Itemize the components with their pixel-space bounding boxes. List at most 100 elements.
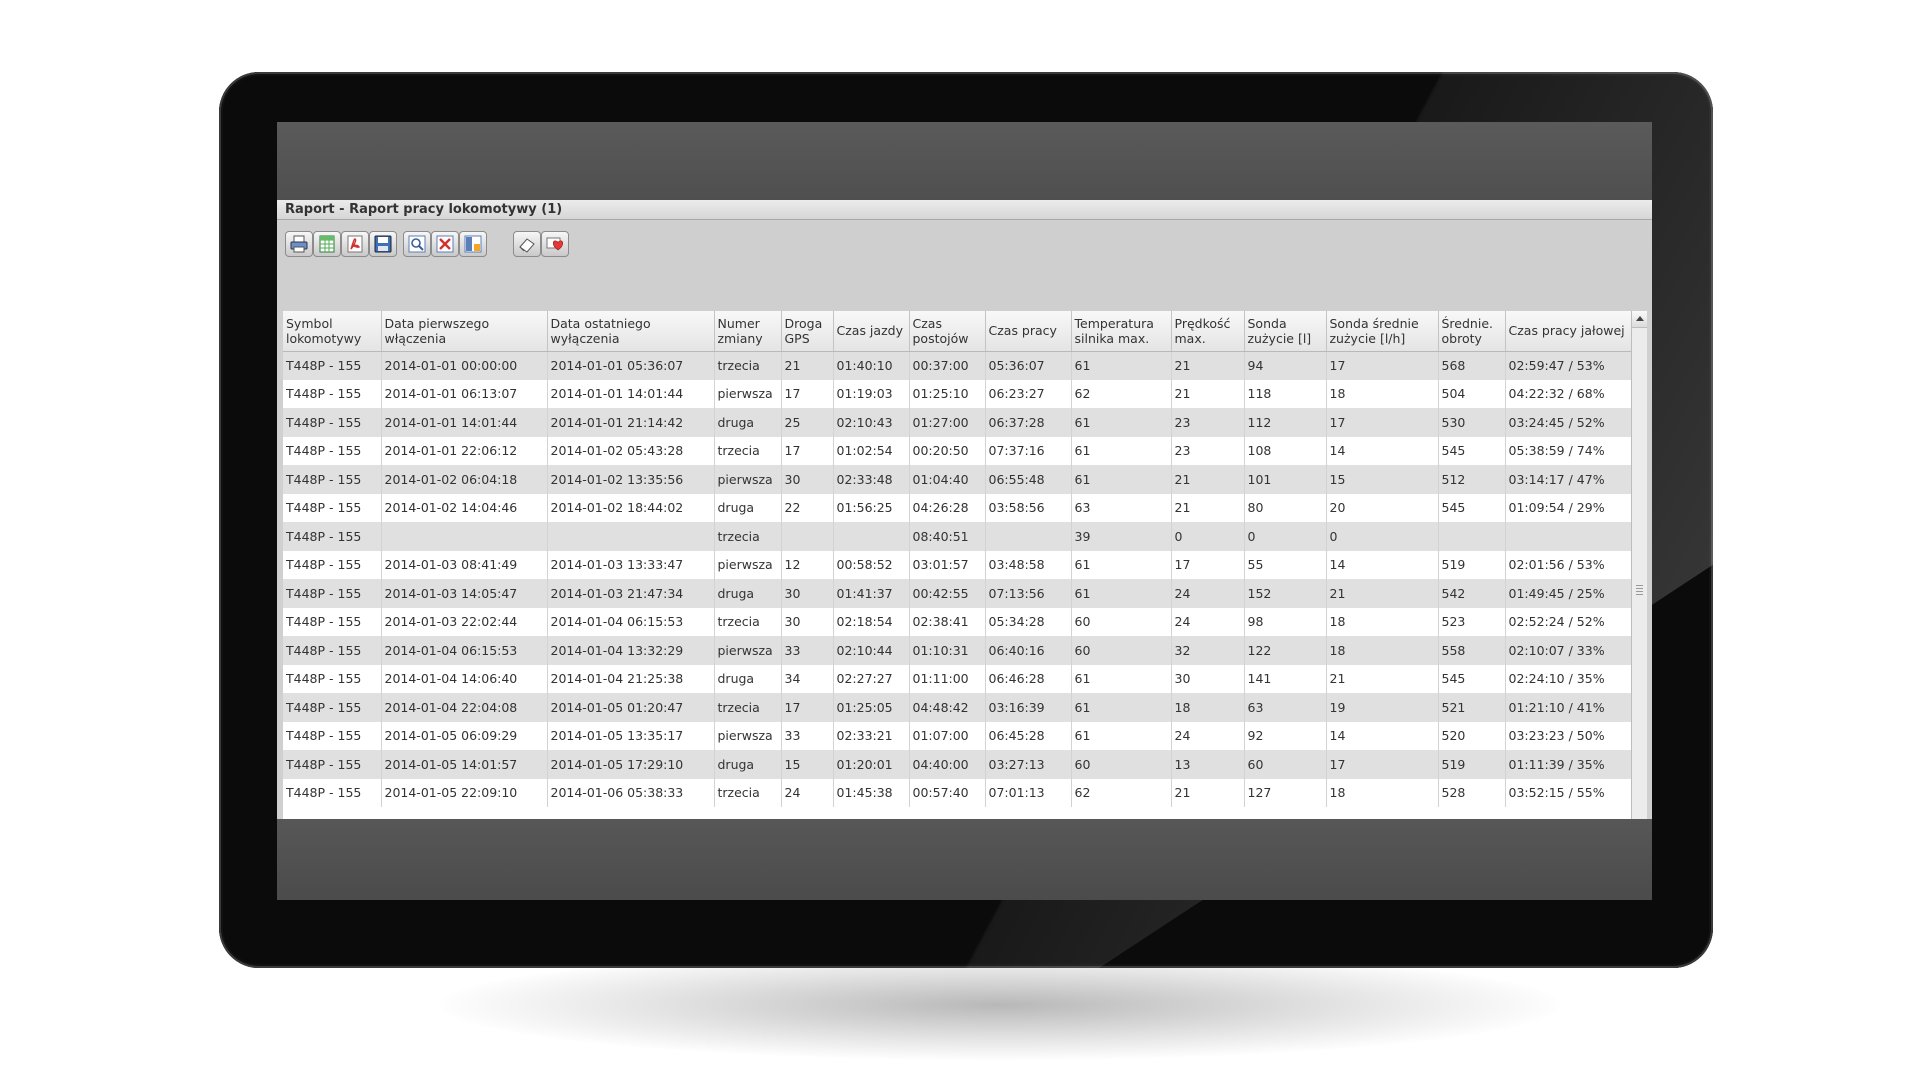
table-cell: trzecia xyxy=(714,607,782,636)
table-cell: 13 xyxy=(1171,750,1245,779)
table-cell: 2014-01-03 22:02:44 xyxy=(381,607,548,636)
table-cell: 55 xyxy=(1244,550,1327,579)
table-cell: 04:48:42 xyxy=(909,693,986,722)
table-cell xyxy=(985,522,1072,551)
table-row[interactable]: T448P - 155 2014-01-02 06:04:18 2014-01-02… xyxy=(283,465,1632,494)
table-cell: 02:01:56 / 53% xyxy=(1505,550,1632,579)
column-header[interactable]: Czas postojów xyxy=(909,311,986,352)
table-cell: T448P - 155 xyxy=(283,750,382,779)
table-cell: 112 xyxy=(1244,408,1327,437)
table-row[interactable]: T448P - 155 2014-01-04 06:15:53 2014-01-04… xyxy=(283,636,1632,665)
table-cell: 24 xyxy=(1171,579,1245,608)
table-row[interactable]: T448P - 155 2014-01-01 06:13:07 2014-01-01… xyxy=(283,379,1632,408)
table-cell: 2014-01-05 01:20:47 xyxy=(547,693,715,722)
table-cell: 01:04:40 xyxy=(909,465,986,494)
table-cell: 545 xyxy=(1438,664,1506,693)
table-row[interactable]: T448P - 155 2014-01-01 00:00:00 2014-01-01… xyxy=(283,351,1632,380)
table-row[interactable]: T448P - 155 trzecia 08:40:51 39 0 0 0 xyxy=(283,522,1632,551)
table-cell: 61 xyxy=(1071,693,1172,722)
magnifier-icon xyxy=(408,235,426,253)
vertical-scrollbar[interactable] xyxy=(1631,311,1647,819)
table-cell: 62 xyxy=(1071,379,1172,408)
table-cell: 2014-01-02 18:44:02 xyxy=(547,493,715,522)
export-pdf-button[interactable] xyxy=(341,231,369,257)
table-cell: 06:55:48 xyxy=(985,465,1072,494)
table-cell: 01:09:54 / 29% xyxy=(1505,493,1632,522)
column-header[interactable]: Numer zmiany xyxy=(714,311,782,352)
column-header[interactable]: Czas pracy xyxy=(985,311,1072,352)
column-header[interactable]: Sonda zużycie [l] xyxy=(1244,311,1327,352)
table-cell: 01:19:03 xyxy=(833,379,910,408)
table-cell: 08:40:51 xyxy=(909,522,986,551)
report-table: Symbol lokomotywy Data pierwszego włączen… xyxy=(283,311,1632,807)
column-header[interactable]: Data pierwszego włączenia xyxy=(381,311,548,352)
table-row[interactable]: T448P - 155 2014-01-03 22:02:44 2014-01-04… xyxy=(283,607,1632,636)
floppy-disk-icon xyxy=(374,235,392,253)
column-header[interactable]: Temperatura silnika max. xyxy=(1071,311,1172,352)
table-row[interactable]: T448P - 155 2014-01-03 14:05:47 2014-01-03… xyxy=(283,579,1632,608)
column-header[interactable]: Prędkość max. xyxy=(1171,311,1245,352)
table-row[interactable]: T448P - 155 2014-01-04 22:04:08 2014-01-05… xyxy=(283,693,1632,722)
column-header[interactable]: Czas pracy jałowej xyxy=(1505,311,1632,352)
table-cell: 17 xyxy=(1326,408,1439,437)
table-cell: pierwsza xyxy=(714,465,782,494)
columns-icon xyxy=(464,235,482,253)
table-cell: 519 xyxy=(1438,750,1506,779)
column-header[interactable]: Średnie. obroty xyxy=(1438,311,1506,352)
table-cell: 25 xyxy=(781,408,834,437)
eraser-icon xyxy=(519,238,535,253)
table-cell: 141 xyxy=(1244,664,1327,693)
scrollbar-grip[interactable] xyxy=(1636,585,1643,597)
export-excel-button[interactable] xyxy=(313,231,341,257)
table-cell: 33 xyxy=(781,721,834,750)
table-cell: 02:10:44 xyxy=(833,636,910,665)
table-cell: T448P - 155 xyxy=(283,493,382,522)
table-cell: 02:59:47 / 53% xyxy=(1505,351,1632,380)
table-cell: 33 xyxy=(781,636,834,665)
table-row[interactable]: T448P - 155 2014-01-01 22:06:12 2014-01-02… xyxy=(283,436,1632,465)
table-cell: 2014-01-04 22:04:08 xyxy=(381,693,548,722)
table-cell: 02:27:27 xyxy=(833,664,910,693)
table-row[interactable]: T448P - 155 2014-01-05 22:09:10 2014-01-06… xyxy=(283,778,1632,807)
save-button[interactable] xyxy=(369,231,397,257)
table-cell: 01:25:10 xyxy=(909,379,986,408)
close-report-button[interactable] xyxy=(431,231,459,257)
table-cell: 02:33:48 xyxy=(833,465,910,494)
table-row[interactable]: T448P - 155 2014-01-04 14:06:40 2014-01-04… xyxy=(283,664,1632,693)
scroll-up-arrow[interactable] xyxy=(1632,311,1647,328)
table-cell: 03:16:39 xyxy=(985,693,1072,722)
table-cell: 22 xyxy=(781,493,834,522)
table-row[interactable]: T448P - 155 2014-01-01 14:01:44 2014-01-01… xyxy=(283,408,1632,437)
table-cell: 21 xyxy=(1171,351,1245,380)
table-row[interactable]: T448P - 155 2014-01-05 14:01:57 2014-01-05… xyxy=(283,750,1632,779)
eraser-button[interactable] xyxy=(513,231,541,257)
column-header[interactable]: Symbol lokomotywy xyxy=(283,311,382,352)
column-header[interactable]: Czas jazdy xyxy=(833,311,910,352)
print-button[interactable] xyxy=(285,231,313,257)
table-cell: 02:38:41 xyxy=(909,607,986,636)
column-header[interactable]: Data ostatniego wyłączenia xyxy=(547,311,715,352)
table-row[interactable]: T448P - 155 2014-01-05 06:09:29 2014-01-05… xyxy=(283,721,1632,750)
table-cell xyxy=(833,522,910,551)
table-row[interactable]: T448P - 155 2014-01-03 08:41:49 2014-01-03… xyxy=(283,550,1632,579)
column-header[interactable]: Droga GPS xyxy=(781,311,834,352)
table-cell: 2014-01-04 13:32:29 xyxy=(547,636,715,665)
favorite-button[interactable] xyxy=(541,231,569,257)
table-cell: 14 xyxy=(1326,436,1439,465)
table-cell: 01:11:00 xyxy=(909,664,986,693)
table-cell: 61 xyxy=(1071,351,1172,380)
table-cell: 0 xyxy=(1171,522,1245,551)
layout-button[interactable] xyxy=(459,231,487,257)
table-cell: 04:40:00 xyxy=(909,750,986,779)
table-cell: 04:22:32 / 68% xyxy=(1505,379,1632,408)
table-cell: 21 xyxy=(781,351,834,380)
table-row[interactable]: T448P - 155 2014-01-02 14:04:46 2014-01-02… xyxy=(283,493,1632,522)
table-cell: 01:07:00 xyxy=(909,721,986,750)
table-cell xyxy=(381,522,548,551)
preview-button[interactable] xyxy=(403,231,431,257)
table-cell: T448P - 155 xyxy=(283,693,382,722)
column-header[interactable]: Sonda średnie zużycie [l/h] xyxy=(1326,311,1439,352)
table-cell: 00:57:40 xyxy=(909,778,986,807)
table-cell: 02:10:43 xyxy=(833,408,910,437)
table-cell: 01:41:37 xyxy=(833,579,910,608)
